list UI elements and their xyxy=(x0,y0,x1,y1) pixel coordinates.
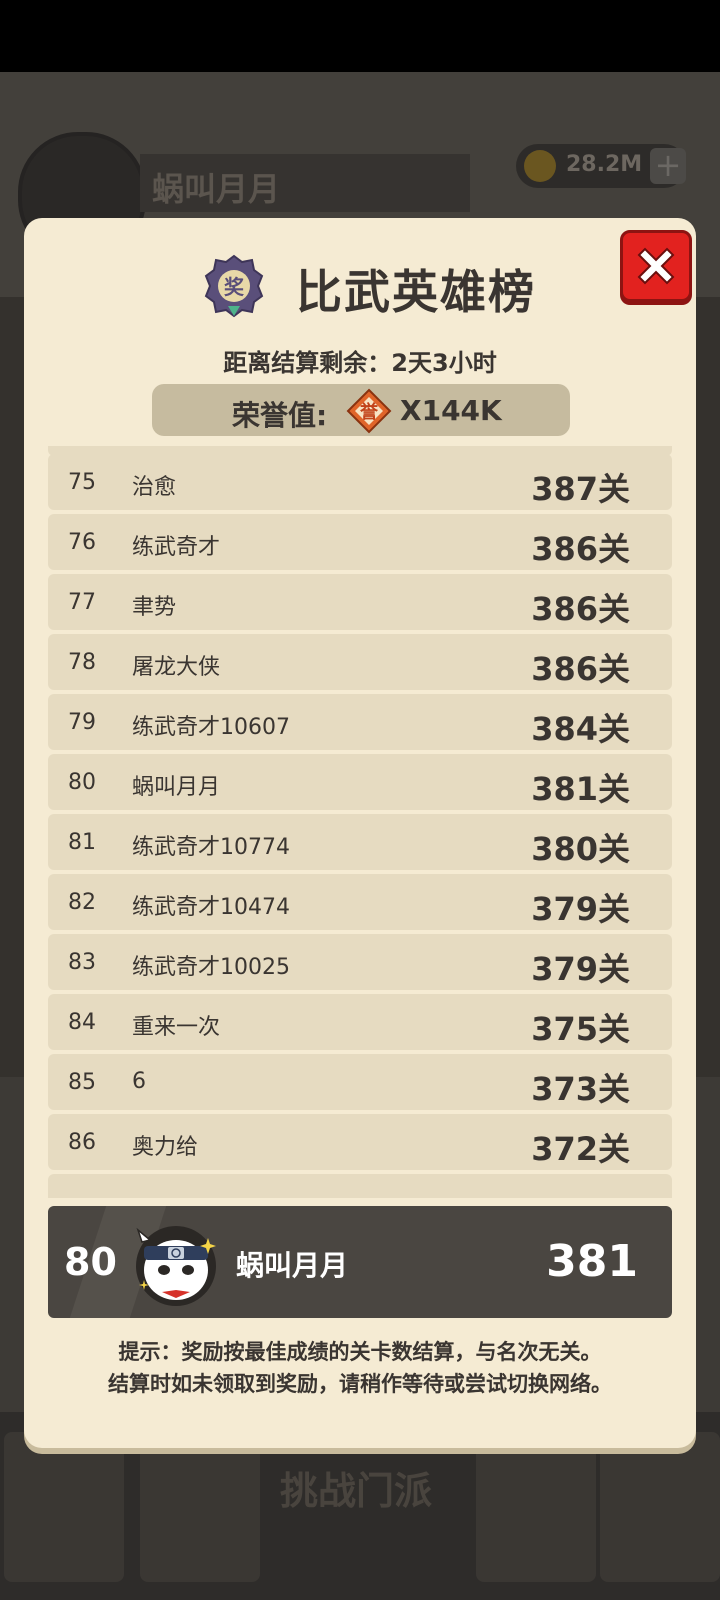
player-name: 练武奇才10774 xyxy=(132,835,290,860)
stage-score: 375关 xyxy=(531,1010,630,1048)
player-name: 练武奇才10607 xyxy=(132,715,290,740)
rank-number: 75 xyxy=(68,470,96,495)
ranking-row[interactable]: 79 练武奇才10607 384关 xyxy=(48,694,672,750)
player-name: 练武奇才 xyxy=(132,535,221,560)
stage-score: 379关 xyxy=(531,950,630,988)
stage-score: 372关 xyxy=(531,1130,630,1168)
player-name: 练武奇才10025 xyxy=(132,955,290,980)
honor-glyph: 誉 xyxy=(360,401,379,423)
rank-number: 81 xyxy=(68,830,96,855)
background-player-name: 蜗叫月月 xyxy=(152,170,281,208)
ranking-list[interactable]: 75 治愈 387关 76 练武奇才 386关 77 聿势 386关 78 屠龙… xyxy=(48,446,672,1198)
rank-number: 85 xyxy=(68,1070,96,1095)
settlement-countdown: 距离结算剩余：2天3小时 xyxy=(223,349,497,377)
ranking-row[interactable]: 83 练武奇才10025 379关 xyxy=(48,934,672,990)
add-coins-icon: + xyxy=(650,148,686,184)
stage-score: 373关 xyxy=(531,1070,630,1108)
rank-number: 79 xyxy=(68,710,96,735)
stage-score: 386关 xyxy=(531,590,630,628)
stage-score: 386关 xyxy=(531,650,630,688)
rank-number: 83 xyxy=(68,950,96,975)
ranking-row[interactable]: 77 聿势 386关 xyxy=(48,574,672,630)
rank-number: 77 xyxy=(68,590,96,615)
rank-number: 82 xyxy=(68,890,96,915)
honor-value: X144K xyxy=(400,394,502,427)
avatar xyxy=(136,1226,216,1306)
ranking-row[interactable]: 81 练武奇才10774 380关 xyxy=(48,814,672,870)
player-name: 屠龙大侠 xyxy=(132,655,221,680)
status-bar xyxy=(0,0,720,72)
tip-line-1: 提示：奖励按最佳成绩的关卡数结算，与名次无关。 xyxy=(118,1340,602,1364)
rank-number: 78 xyxy=(68,650,96,675)
ranking-row[interactable]: 82 练武奇才10474 379关 xyxy=(48,874,672,930)
rank-number: 76 xyxy=(68,530,96,555)
ranking-row[interactable]: 78 屠龙大侠 386关 xyxy=(48,634,672,690)
tip-line-2: 结算时如未领取到奖励，请稍作等待或尝试切换网络。 xyxy=(108,1372,612,1396)
reward-badge-icon: 奖 xyxy=(204,254,264,318)
player-name: 重来一次 xyxy=(132,1015,221,1040)
background-coin-count: 28.2M xyxy=(566,152,643,177)
stage-score: 386关 xyxy=(531,530,630,568)
player-name: 聿势 xyxy=(132,595,177,620)
my-score: 381 xyxy=(546,1236,638,1287)
my-player-name: 蜗叫月月 xyxy=(236,1249,349,1282)
stage-score: 381关 xyxy=(531,770,630,808)
ranking-row-self[interactable]: 80 蜗叫月月 381关 xyxy=(48,754,672,810)
my-rank-bar: 80 蜗叫月月 381 xyxy=(48,1206,672,1318)
reward-badge-glyph: 奖 xyxy=(224,275,245,299)
modal-title: 比武英雄榜 xyxy=(296,265,536,319)
ranking-row-partial-bottom xyxy=(48,1174,672,1198)
honor-value-bar: 荣誉值: 誉 X144K xyxy=(152,384,570,436)
ranking-row[interactable]: 84 重来一次 375关 xyxy=(48,994,672,1050)
rank-number: 86 xyxy=(68,1130,96,1155)
rank-number: 80 xyxy=(68,770,96,795)
my-rank-number: 80 xyxy=(64,1240,117,1284)
ranking-row[interactable]: 86 奥力给 372关 xyxy=(48,1114,672,1170)
rank-number: 84 xyxy=(68,1010,96,1035)
nav-train-icon xyxy=(140,1432,260,1582)
stage-score: 384关 xyxy=(531,710,630,748)
player-name: 奥力给 xyxy=(132,1135,199,1160)
stage-score: 379关 xyxy=(531,890,630,928)
hero-leaderboard-modal: 奖 比武英雄榜 距离结算剩余：2天3小时 荣誉值: 誉 X144K 75 治愈 … xyxy=(24,218,696,1448)
player-name: 治愈 xyxy=(132,475,177,500)
ranking-row[interactable]: 85 6 373关 xyxy=(48,1054,672,1110)
ranking-row[interactable]: 76 练武奇才 386关 xyxy=(48,514,672,570)
close-button[interactable] xyxy=(620,230,692,302)
nav-collect-icon xyxy=(600,1432,720,1582)
ranking-row[interactable]: 75 治愈 387关 xyxy=(48,454,672,510)
player-name: 练武奇才10474 xyxy=(132,895,290,920)
stage-score: 387关 xyxy=(531,470,630,508)
close-icon xyxy=(637,247,675,285)
background-coin-bar: 28.2M + xyxy=(516,144,686,188)
nav-challenge-label: 挑战门派 xyxy=(280,1469,433,1513)
nav-task-icon xyxy=(4,1432,124,1582)
coin-icon xyxy=(524,150,556,182)
player-name: 蜗叫月月 xyxy=(132,775,221,800)
honor-label: 荣誉值: xyxy=(232,399,328,432)
player-name: 6 xyxy=(132,1069,146,1094)
honor-medal-icon: 誉 xyxy=(346,388,392,434)
nav-shop-icon xyxy=(476,1432,596,1582)
stage-score: 380关 xyxy=(531,830,630,868)
